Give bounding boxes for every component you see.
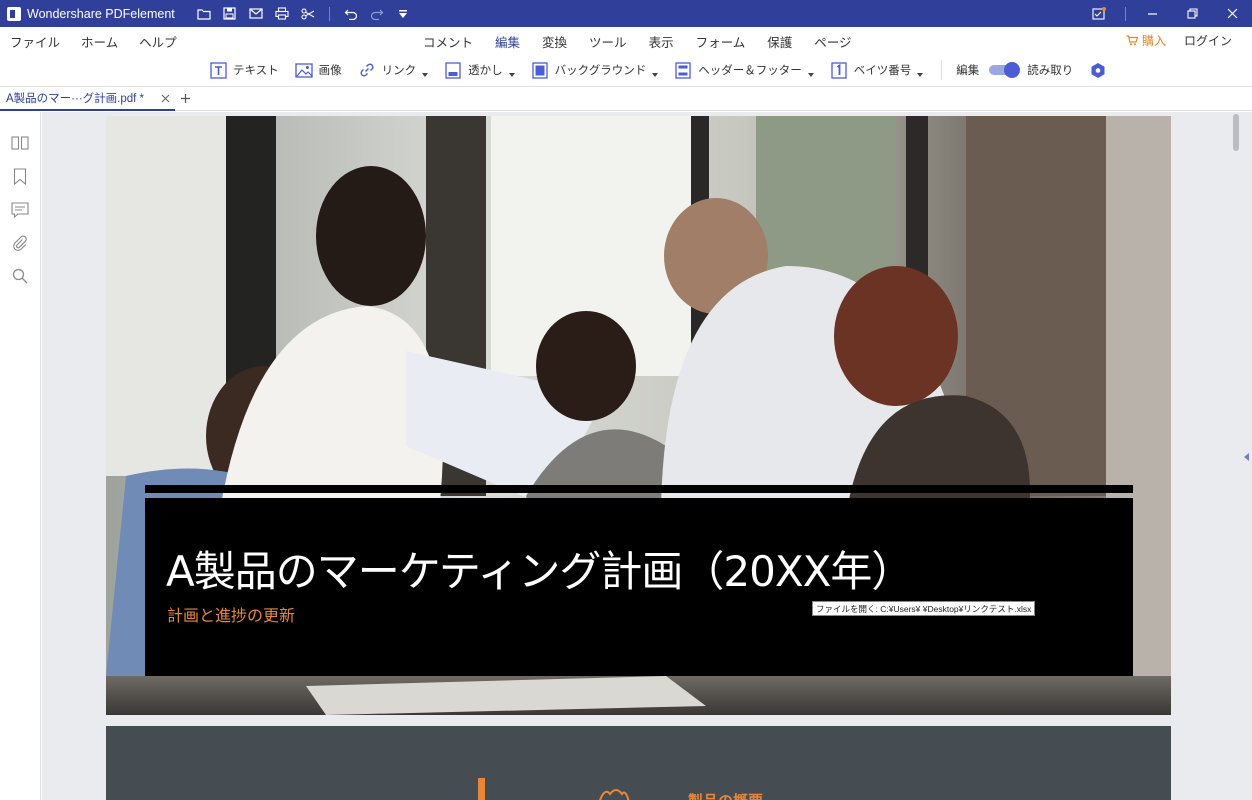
expand-right-panel-icon[interactable] — [1244, 453, 1249, 461]
mode-read-label: 読み取り — [1027, 65, 1074, 77]
edit-tools: テキスト 画像 リンク 透かし バックグラウンド ヘッダー＆フッター ベイツ番号… — [209, 60, 1107, 80]
document-subtitle[interactable]: 計画と進捗の更新 — [167, 602, 295, 626]
vertical-scrollbar[interactable] — [1233, 114, 1239, 151]
cart-icon — [1126, 35, 1138, 46]
page2-heading[interactable]: 製品の概要 — [688, 790, 763, 800]
buy-label: 購入 — [1141, 34, 1166, 48]
quick-access-toolbar — [191, 0, 416, 27]
background-tool-label: バックグラウンド — [554, 65, 647, 77]
header-footer-tool-button[interactable]: ヘッダー＆フッター — [674, 61, 814, 79]
title-bar: Wondershare PDFelement — [0, 0, 1252, 27]
notification-icon[interactable] — [1079, 0, 1119, 27]
thumbnail-icon[interactable] — [11, 134, 29, 152]
background-icon — [531, 61, 549, 79]
chevron-down-icon[interactable] — [422, 73, 429, 77]
image-tool-label: 画像 — [318, 65, 342, 77]
chevron-down-icon[interactable] — [652, 73, 659, 77]
link-tooltip: ファイルを開く: C:¥Users¥ ¥Desktop¥リンクテスト.xlsx — [812, 601, 1036, 616]
link-icon — [358, 61, 376, 79]
text-icon — [209, 61, 227, 79]
login-button[interactable]: ログイン — [1184, 32, 1232, 49]
menu-home[interactable]: ホーム — [81, 32, 118, 51]
product-outline-icon — [599, 789, 630, 800]
account-area: 購入 ログイン — [1126, 32, 1232, 49]
pdf-page-2[interactable]: 製品の概要 — [106, 726, 1171, 800]
image-tool-button[interactable]: 画像 — [295, 61, 342, 79]
window-divider — [1125, 6, 1126, 21]
left-sidebar — [0, 112, 41, 800]
restore-icon[interactable] — [1172, 0, 1212, 27]
document-canvas[interactable]: A製品のマーケティング計画（20XX年） 計画と進捗の更新 ファイルを開く: C… — [42, 112, 1252, 800]
edit-read-mode-switch: 編集 読み取り — [956, 62, 1073, 78]
close-window-icon[interactable] — [1212, 0, 1252, 27]
chevron-down-icon[interactable] — [807, 73, 814, 77]
toolbar-divider — [941, 60, 943, 80]
image-icon — [295, 61, 313, 79]
comment-icon[interactable] — [11, 201, 29, 219]
mode-toggle[interactable] — [989, 62, 1021, 78]
settings-hexagon-icon[interactable] — [1089, 61, 1107, 79]
header-footer-tool-label: ヘッダー＆フッター — [698, 65, 802, 77]
document-tab-label: A製品のマー···グ計画.pdf * — [6, 93, 145, 105]
header-footer-icon — [674, 61, 692, 79]
bates-number-icon — [830, 61, 848, 79]
bates-number-tool-button[interactable]: ベイツ番号 — [830, 61, 924, 79]
buy-button[interactable]: 購入 — [1126, 32, 1166, 49]
document-title[interactable]: A製品のマーケティング計画（20XX年） — [166, 538, 913, 599]
document-tab-bar: A製品のマー···グ計画.pdf * — [0, 87, 1252, 111]
title-band — [145, 485, 1133, 493]
background-tool-button[interactable]: バックグラウンド — [531, 61, 659, 79]
save-icon[interactable] — [217, 0, 243, 27]
undo-icon[interactable] — [338, 0, 364, 27]
scissors-icon[interactable] — [295, 0, 321, 27]
main-menu: ファイル ホーム ヘルプ — [10, 32, 177, 51]
watermark-tool-button[interactable]: 透かし — [444, 61, 515, 79]
bates-number-tool-label: ベイツ番号 — [853, 65, 912, 77]
chevron-down-icon[interactable] — [917, 73, 924, 77]
accent-bar — [478, 778, 485, 800]
pdf-page-1[interactable]: A製品のマーケティング計画（20XX年） 計画と進捗の更新 ファイルを開く: C… — [106, 116, 1171, 715]
search-icon[interactable] — [11, 267, 29, 285]
menu-file[interactable]: ファイル — [10, 32, 60, 51]
app-title: Wondershare PDFelement — [27, 6, 175, 21]
redo-icon[interactable] — [364, 0, 390, 27]
document-tab[interactable]: A製品のマー···グ計画.pdf * — [0, 87, 175, 111]
watermark-tool-label: 透かし — [468, 65, 503, 77]
text-tool-button[interactable]: テキスト — [209, 61, 279, 79]
edit-toolbar: テキスト 画像 リンク 透かし バックグラウンド ヘッダー＆フッター ベイツ番号… — [0, 53, 1252, 87]
menu-bar: ファイル ホーム ヘルプ コメント 編集 変換 ツール 表示 フォーム 保護 ペ… — [0, 27, 1252, 56]
app-logo-icon — [7, 6, 21, 21]
window-controls — [1079, 0, 1252, 27]
open-folder-icon[interactable] — [191, 0, 217, 27]
link-tool-button[interactable]: リンク — [358, 61, 429, 79]
email-icon[interactable] — [243, 0, 269, 27]
bookmark-icon[interactable] — [11, 167, 29, 185]
menu-help[interactable]: ヘルプ — [139, 32, 177, 51]
chevron-down-icon[interactable] — [508, 73, 515, 77]
close-tab-icon[interactable] — [159, 92, 171, 104]
minimize-icon[interactable] — [1132, 0, 1172, 27]
attachment-icon[interactable] — [11, 234, 29, 252]
title-box: A製品のマーケティング計画（20XX年） 計画と進捗の更新 — [145, 498, 1133, 676]
mode-edit-label: 編集 — [956, 65, 980, 77]
toolbar-divider — [328, 6, 330, 21]
customize-dropdown-icon[interactable] — [390, 0, 416, 27]
watermark-icon — [444, 61, 462, 79]
text-tool-label: テキスト — [233, 65, 279, 77]
link-tool-label: リンク — [381, 65, 417, 77]
new-tab-icon[interactable] — [178, 90, 192, 106]
print-icon[interactable] — [269, 0, 295, 27]
